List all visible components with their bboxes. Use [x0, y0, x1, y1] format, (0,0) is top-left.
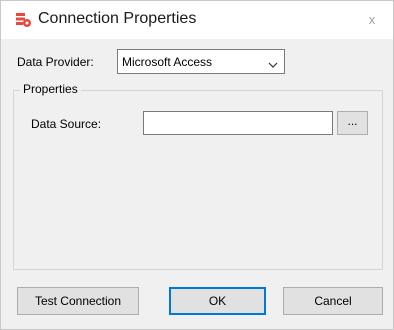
close-button[interactable]: x [365, 12, 379, 28]
data-source-label: Data Source: [31, 117, 102, 131]
properties-legend: Properties [20, 82, 81, 96]
test-connection-button[interactable]: Test Connection [17, 287, 139, 315]
title-bar: Connection Properties x [1, 1, 393, 39]
data-provider-label: Data Provider: [17, 55, 94, 69]
window-title: Connection Properties [38, 10, 197, 27]
browse-button[interactable]: ... [337, 111, 368, 135]
cancel-button[interactable]: Cancel [283, 287, 383, 315]
data-source-input[interactable] [143, 111, 333, 135]
connection-properties-dialog: Connection Properties x Data Provider: M… [0, 0, 394, 330]
data-provider-select[interactable]: Microsoft Access [117, 49, 285, 74]
ok-button[interactable]: OK [169, 287, 266, 315]
data-provider-value: Microsoft Access [122, 55, 213, 69]
connection-properties-icon [15, 12, 32, 28]
chevron-down-icon [268, 58, 278, 68]
